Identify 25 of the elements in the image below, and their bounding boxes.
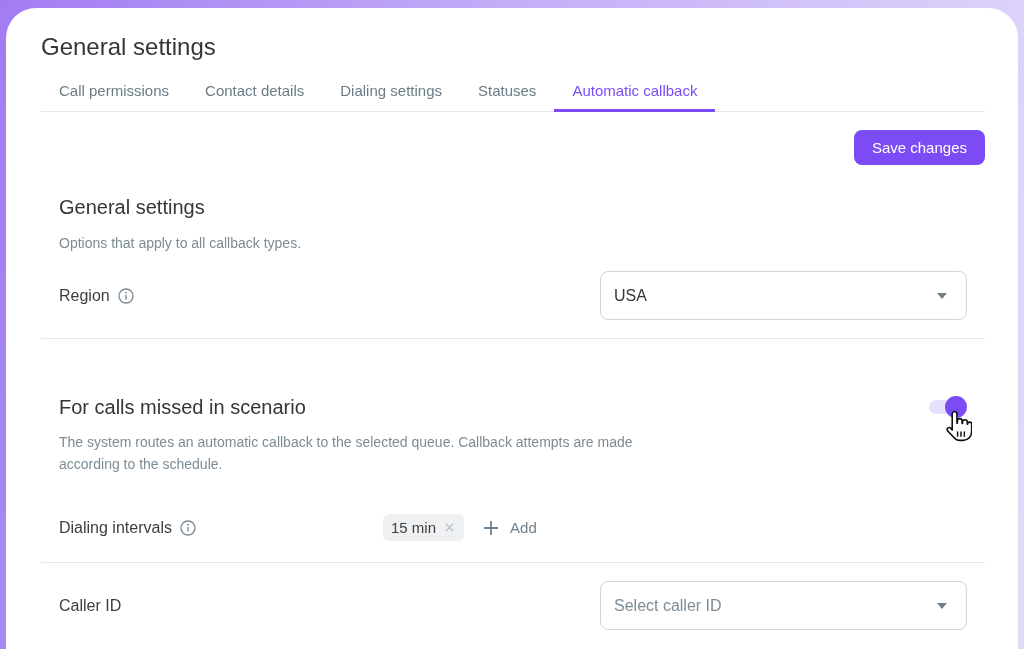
section-description: Options that apply to all callback types. [58, 234, 303, 253]
section-description: The system routes an automatic callback to the selected queue. Callback attempts are made according to the schedule. [58, 433, 634, 474]
section-title: For calls missed in scenario [59, 395, 306, 420]
info-icon[interactable] [179, 519, 196, 536]
tab[interactable]: Call permissions [41, 72, 188, 112]
plus-icon [484, 520, 499, 535]
chip-label: 15 min [391, 519, 437, 536]
save-button[interactable]: Save changes [853, 130, 985, 165]
dropdown-field[interactable]: Select caller ID [600, 581, 967, 630]
section-title: General settings [59, 195, 205, 220]
tab[interactable]: Dialing settings [322, 72, 460, 112]
field-label: Dialing intervals [59, 517, 172, 538]
dropdown-field[interactable]: USA [600, 271, 967, 320]
tab[interactable]: Automatic callback [554, 72, 716, 112]
field-label: Caller ID [59, 595, 122, 616]
caret-icon [937, 602, 947, 609]
info-icon[interactable] [117, 287, 134, 304]
hand-cursor-icon [945, 410, 972, 443]
tab[interactable]: Statuses [460, 72, 555, 112]
toggle-switch[interactable] [929, 396, 967, 418]
caret-icon [937, 292, 947, 299]
add-button[interactable]: Add [484, 519, 537, 536]
tab[interactable]: Contact details [187, 72, 323, 112]
field-label: Region [59, 285, 110, 306]
page-title: General settings [41, 32, 217, 62]
